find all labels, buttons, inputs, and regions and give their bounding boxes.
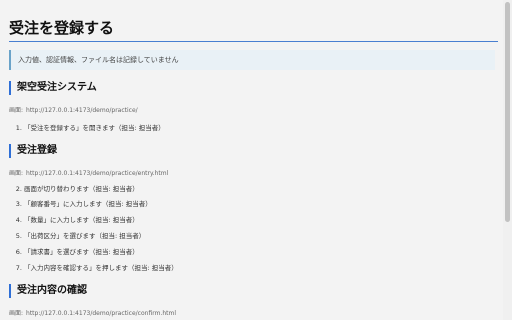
procedure-page: 受注を登録する 入力値、認証情報、ファイル名は記録していません 架空受注システム…	[0, 0, 503, 320]
step-item: 5. 「出荷区分」を選びます（担当: 担当者）	[13, 230, 145, 240]
screen-label: 画面:	[9, 170, 24, 177]
step-text: 「受注を登録する」を開きます（担当: 担当者）	[24, 124, 165, 132]
page-title: 受注を登録する	[9, 19, 115, 37]
screen-url-line: 画面: http://127.0.0.1:4173/demo/practice/e…	[9, 168, 168, 177]
step-item: 6. 「請求書」を選びます（担当: 担当者）	[13, 246, 139, 256]
step-number: 6.	[15, 248, 22, 256]
step-text: 「数量」に入力します（担当: 担当者）	[24, 216, 139, 224]
step-item: 2. 画面が切り替わります（担当: 担当者）	[13, 183, 139, 193]
step-number: 5.	[15, 232, 22, 240]
section-heading-order-entry: 受注登録	[9, 144, 57, 158]
step-text: 「出荷区分」を選びます（担当: 担当者）	[24, 232, 146, 240]
screen-label: 画面:	[9, 310, 24, 317]
screen-url[interactable]: http://127.0.0.1:4173/demo/practice/	[26, 107, 138, 114]
screen-url-line: 画面: http://127.0.0.1:4173/demo/practice/	[9, 105, 138, 114]
section-heading-order-confirm: 受注内容の確認	[9, 284, 87, 298]
step-item: 1. 「受注を登録する」を開きます（担当: 担当者）	[13, 122, 165, 132]
section-heading-practice-system: 架空受注システム	[9, 81, 97, 95]
screen-url[interactable]: http://127.0.0.1:4173/demo/practice/conf…	[26, 310, 176, 317]
step-number: 7.	[15, 264, 22, 272]
title-divider	[9, 41, 498, 42]
step-item: 7. 「入力内容を確認する」を押します（担当: 担当者）	[13, 262, 178, 272]
screen-url-line: 画面: http://127.0.0.1:4173/demo/practice/c…	[9, 308, 176, 317]
step-number: 1.	[15, 124, 22, 132]
scrollbar-thumb[interactable]	[505, 2, 510, 222]
step-item: 4. 「数量」に入力します（担当: 担当者）	[13, 214, 139, 224]
step-text: 画面が切り替わります（担当: 担当者）	[24, 185, 139, 193]
step-text: 「請求書」を選びます（担当: 担当者）	[24, 248, 139, 256]
step-item: 3. 「顧客番号」に入力します（担当: 担当者）	[13, 198, 152, 208]
step-number: 2.	[15, 185, 22, 193]
step-text: 「顧客番号」に入力します（担当: 担当者）	[24, 200, 152, 208]
screen-url[interactable]: http://127.0.0.1:4173/demo/practice/entr…	[26, 170, 168, 177]
step-number: 3.	[15, 200, 22, 208]
privacy-notice: 入力値、認証情報、ファイル名は記録していません	[9, 50, 495, 70]
step-number: 4.	[15, 216, 22, 224]
step-text: 「入力内容を確認する」を押します（担当: 担当者）	[24, 264, 178, 272]
screen-label: 画面:	[9, 107, 24, 114]
